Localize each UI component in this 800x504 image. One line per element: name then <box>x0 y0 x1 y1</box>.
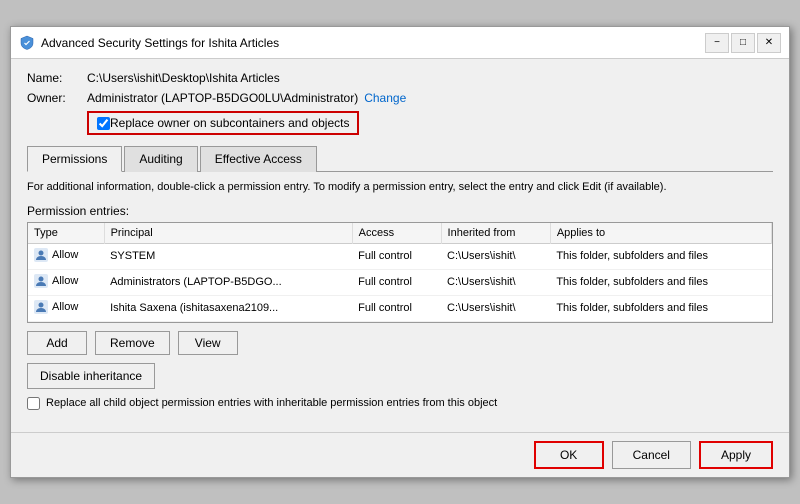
replace-owner-container: Replace owner on subcontainers and objec… <box>87 111 359 135</box>
cell-type: Allow <box>28 269 104 295</box>
cancel-button[interactable]: Cancel <box>612 441 691 469</box>
name-value: C:\Users\ishit\Desktop\Ishita Articles <box>87 71 280 85</box>
title-bar-controls: − □ ✕ <box>705 33 781 53</box>
disable-inheritance-button[interactable]: Disable inheritance <box>27 363 155 389</box>
tab-auditing[interactable]: Auditing <box>124 146 197 172</box>
ok-button[interactable]: OK <box>534 441 604 469</box>
replace-child-checkbox[interactable] <box>27 397 40 410</box>
cell-value: C:\Users\ishit\ <box>441 269 550 295</box>
table-row[interactable]: Allow Ishita Saxena (ishitasaxena2109...… <box>28 295 772 321</box>
replace-child-label: Replace all child object permission entr… <box>46 397 497 409</box>
view-button[interactable]: View <box>178 331 238 355</box>
cell-value: SYSTEM <box>104 243 352 269</box>
cell-value: C:\Users\ishit\ <box>441 295 550 321</box>
dialog-content: Name: C:\Users\ishit\Desktop\Ishita Arti… <box>11 59 789 431</box>
name-row: Name: C:\Users\ishit\Desktop\Ishita Arti… <box>27 71 773 85</box>
owner-row: Owner: Administrator (LAPTOP-B5DGO0LU\Ad… <box>27 91 773 105</box>
info-text: For additional information, double-click… <box>27 180 773 195</box>
permission-entries-label: Permission entries: <box>27 204 773 218</box>
replace-owner-label: Replace owner on subcontainers and objec… <box>110 116 349 130</box>
col-inherited-from: Inherited from <box>441 223 550 244</box>
table-action-buttons: Add Remove View <box>27 331 773 355</box>
add-button[interactable]: Add <box>27 331 87 355</box>
table-row[interactable]: Allow Administrators (LAPTOP-B5DGO...Ful… <box>28 269 772 295</box>
name-label: Name: <box>27 71 87 85</box>
cell-value: This folder, subfolders and files <box>550 243 771 269</box>
replace-child-container: Replace all child object permission entr… <box>27 397 773 410</box>
cell-type: Allow <box>28 243 104 269</box>
col-applies-to: Applies to <box>550 223 771 244</box>
change-owner-link[interactable]: Change <box>364 91 406 105</box>
cell-value: Full control <box>352 243 441 269</box>
window-title: Advanced Security Settings for Ishita Ar… <box>41 36 279 50</box>
cell-value: Full control <box>352 269 441 295</box>
apply-button[interactable]: Apply <box>699 441 773 469</box>
minimize-button[interactable]: − <box>705 33 729 53</box>
cell-value: C:\Users\ishit\ <box>441 243 550 269</box>
cell-value: This folder, subfolders and files <box>550 295 771 321</box>
shield-icon <box>19 35 35 51</box>
cell-type: Allow <box>28 295 104 321</box>
replace-owner-checkbox[interactable] <box>97 117 110 130</box>
col-type: Type <box>28 223 104 244</box>
table-row[interactable]: Allow SYSTEMFull controlC:\Users\ishit\T… <box>28 243 772 269</box>
cell-value: Administrators (LAPTOP-B5DGO... <box>104 269 352 295</box>
permissions-table: Type Principal Access Inherited from App… <box>28 223 772 322</box>
title-bar: Advanced Security Settings for Ishita Ar… <box>11 27 789 59</box>
user-icon <box>34 274 48 288</box>
tab-permissions[interactable]: Permissions <box>27 146 122 172</box>
remove-button[interactable]: Remove <box>95 331 170 355</box>
close-button[interactable]: ✕ <box>757 33 781 53</box>
maximize-button[interactable]: □ <box>731 33 755 53</box>
col-access: Access <box>352 223 441 244</box>
main-window: Advanced Security Settings for Ishita Ar… <box>10 26 790 477</box>
user-icon <box>34 248 48 262</box>
cell-value: Ishita Saxena (ishitasaxena2109... <box>104 295 352 321</box>
tab-effective-access[interactable]: Effective Access <box>200 146 317 172</box>
col-principal: Principal <box>104 223 352 244</box>
owner-label: Owner: <box>27 91 87 105</box>
title-bar-left: Advanced Security Settings for Ishita Ar… <box>19 35 279 51</box>
permissions-table-container: Type Principal Access Inherited from App… <box>27 222 773 323</box>
cell-value: This folder, subfolders and files <box>550 269 771 295</box>
owner-value: Administrator (LAPTOP-B5DGO0LU\Administr… <box>87 91 358 105</box>
user-icon <box>34 300 48 314</box>
cell-value: Full control <box>352 295 441 321</box>
tabs-bar: Permissions Auditing Effective Access <box>27 145 773 172</box>
footer: OK Cancel Apply <box>11 432 789 477</box>
